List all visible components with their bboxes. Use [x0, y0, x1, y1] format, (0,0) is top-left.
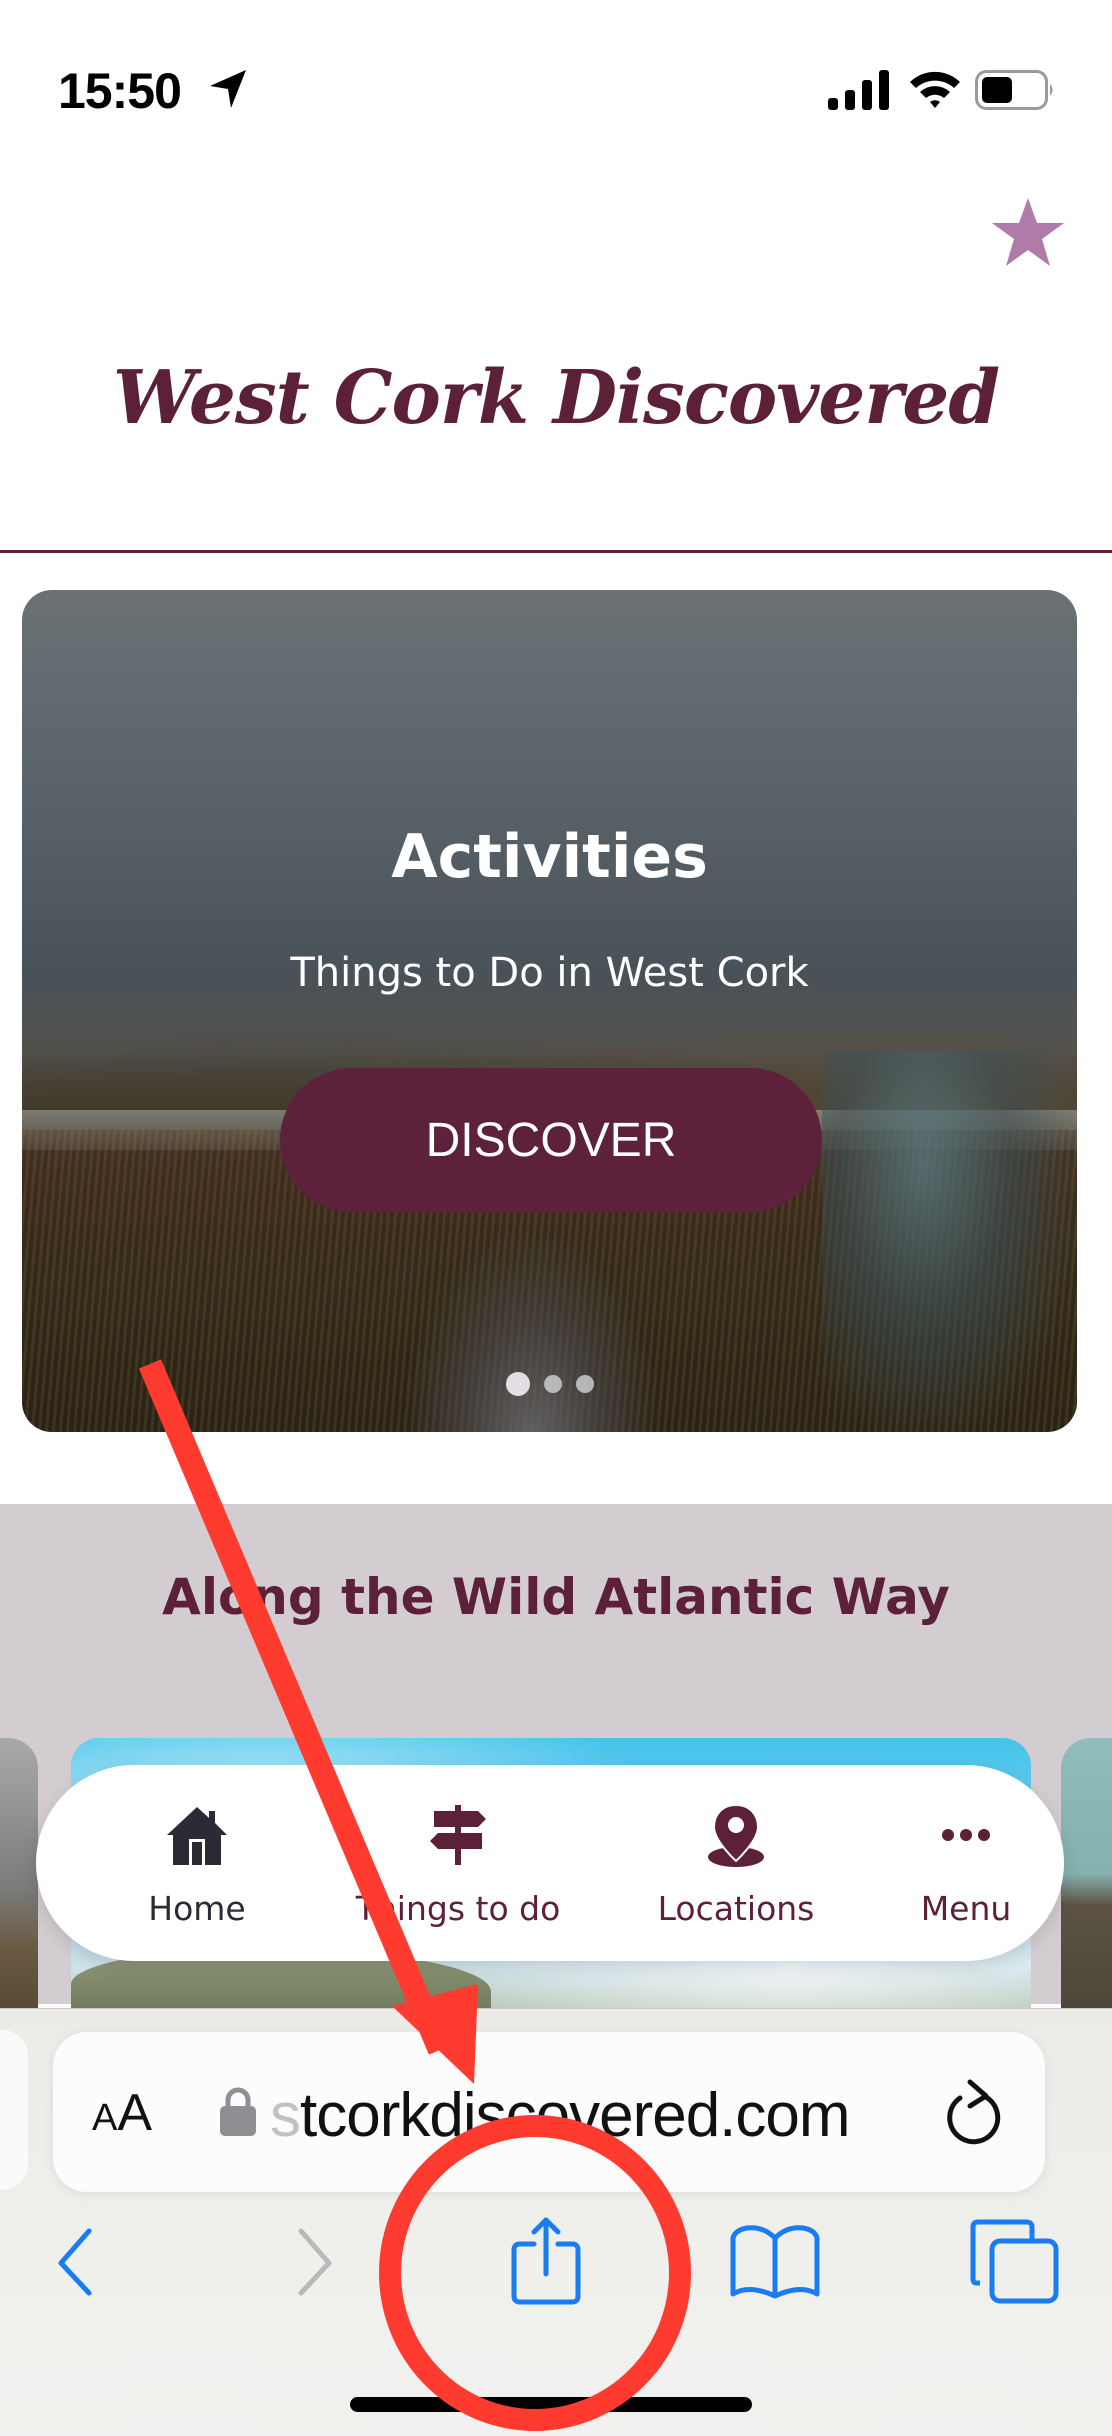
slider-pagination	[22, 1372, 1077, 1396]
signpost-icon	[430, 1805, 486, 1865]
share-icon	[511, 2217, 581, 2305]
wifi-icon	[910, 71, 960, 108]
home-icon	[167, 1807, 227, 1865]
cellular-signal-icon	[828, 70, 889, 110]
star-icon[interactable]	[990, 196, 1066, 268]
share-button[interactable]	[500, 2217, 592, 2306]
location-arrow-icon	[210, 70, 246, 108]
location-card-previous[interactable]	[0, 1738, 38, 2008]
more-dots-icon	[942, 1829, 990, 1841]
nav-locations-label: Locations	[657, 1889, 815, 1928]
nav-things-to-do[interactable]: Things to do	[308, 1765, 608, 1961]
home-indicator[interactable]	[350, 2397, 752, 2412]
location-card-next[interactable]	[1061, 1738, 1112, 2008]
chevron-left-icon	[58, 2228, 92, 2296]
chevron-right-icon	[298, 2228, 332, 2296]
lock-icon	[220, 2087, 256, 2136]
slider-dot-1[interactable]	[505, 1372, 530, 1396]
nav-home-label: Home	[148, 1889, 246, 1928]
text-size-button[interactable]: AA	[92, 2083, 152, 2143]
discover-button[interactable]: DISCOVER	[280, 1068, 822, 1212]
reload-icon[interactable]	[944, 2076, 1006, 2146]
map-pin-icon	[708, 1803, 764, 1867]
site-title[interactable]: West Cork Discovered	[0, 355, 1112, 441]
forward-button[interactable]	[280, 2218, 350, 2306]
hero-subtitle: Things to Do in West Cork	[290, 950, 809, 996]
hero-image-path	[402, 1230, 662, 1432]
book-icon	[730, 2225, 820, 2299]
status-bar: 15:50	[0, 0, 1112, 150]
hero-title: Activities	[391, 822, 708, 892]
previous-tab-peek[interactable]	[0, 2030, 28, 2190]
slider-dot-3[interactable]	[575, 1375, 594, 1393]
header-divider	[0, 550, 1112, 553]
tabs-button[interactable]	[965, 2218, 1065, 2306]
nav-locations[interactable]: Locations	[586, 1765, 886, 1961]
bottom-nav: Home Things to do Locations Menu	[36, 1765, 1064, 1961]
bookmarks-button[interactable]	[725, 2218, 825, 2306]
nav-menu[interactable]: Menu	[866, 1765, 1066, 1961]
status-time: 15:50	[58, 63, 182, 119]
nav-menu-label: Menu	[920, 1889, 1012, 1928]
battery-icon	[975, 70, 1053, 110]
url-text[interactable]: stcorkdiscovered.com	[270, 2080, 920, 2144]
hero-slider[interactable]: Activities Things to Do in West Cork DIS…	[22, 590, 1077, 1432]
wild-atlantic-title: Along the Wild Atlantic Way	[162, 1568, 950, 1626]
nav-things-to-do-label: Things to do	[355, 1889, 561, 1928]
tabs-icon	[970, 2219, 1059, 2304]
nav-home[interactable]: Home	[92, 1765, 302, 1961]
slider-dot-2[interactable]	[543, 1375, 562, 1393]
back-button[interactable]	[40, 2218, 110, 2306]
